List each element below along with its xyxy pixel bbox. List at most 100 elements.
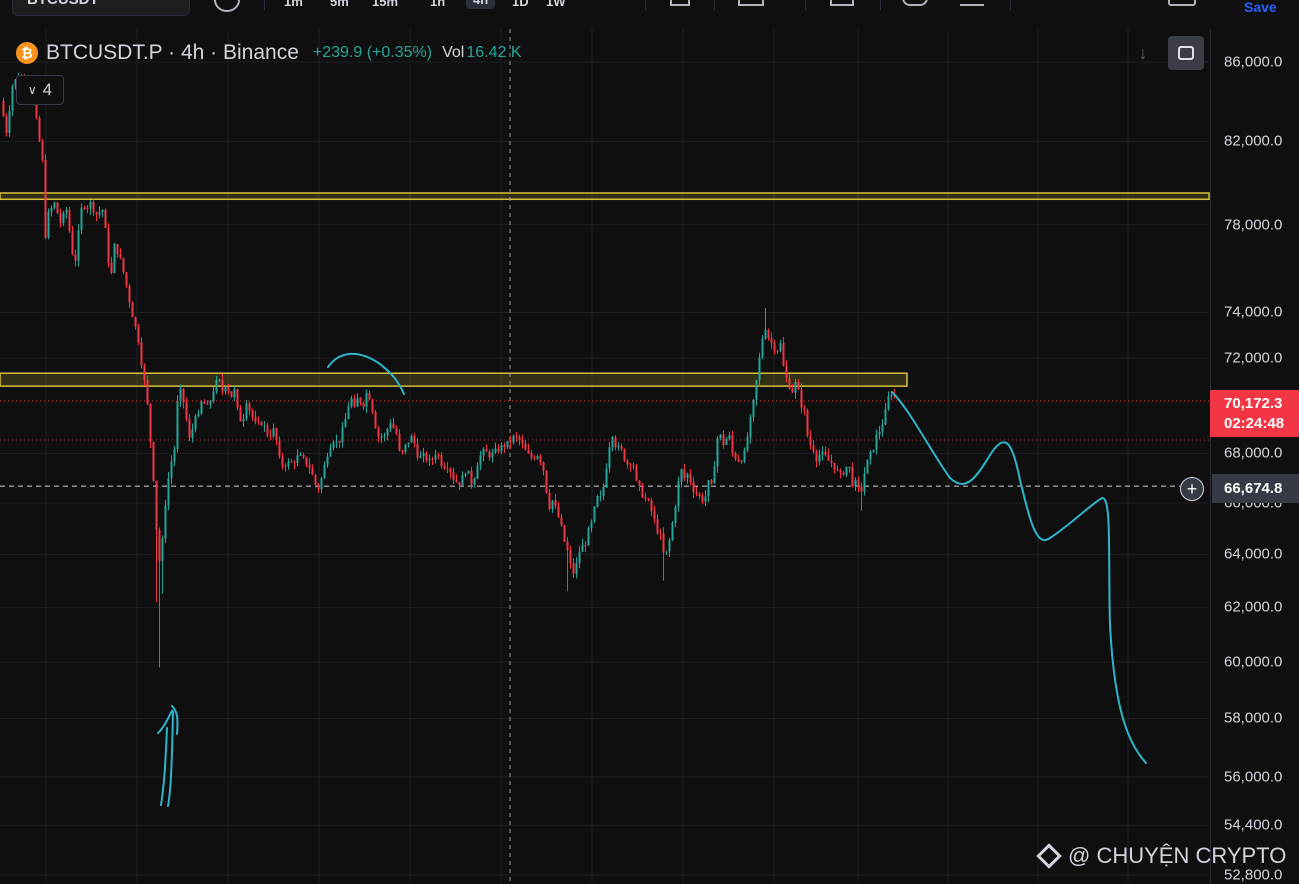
add-plus-icon[interactable]: + bbox=[1180, 477, 1204, 501]
candle-body bbox=[404, 444, 407, 452]
candle-body bbox=[659, 533, 662, 535]
candle-body bbox=[488, 451, 491, 458]
candle-body bbox=[494, 448, 497, 453]
candle-body bbox=[155, 480, 158, 530]
candle-body bbox=[722, 434, 725, 445]
price-lines bbox=[0, 29, 1209, 884]
candle-body bbox=[587, 527, 590, 546]
candle-body bbox=[59, 213, 62, 224]
candle-body bbox=[566, 541, 569, 551]
candle-body bbox=[212, 391, 215, 402]
candle-body bbox=[524, 443, 527, 451]
volume-value: 16.42 K bbox=[466, 44, 522, 61]
candle-body bbox=[857, 479, 860, 487]
candle-body bbox=[2, 101, 5, 117]
candle-body bbox=[227, 386, 230, 392]
candle-body bbox=[845, 466, 848, 475]
candle-body bbox=[419, 456, 422, 458]
candle-body bbox=[161, 538, 164, 562]
reset-chart-button[interactable] bbox=[1168, 36, 1204, 70]
candle-body bbox=[458, 482, 461, 486]
candle-body bbox=[167, 478, 170, 506]
candle-body bbox=[353, 398, 356, 407]
candle-body bbox=[266, 425, 269, 436]
candle-body bbox=[467, 470, 470, 474]
candle-body bbox=[371, 399, 374, 413]
candle-body bbox=[638, 480, 641, 486]
candle-body bbox=[308, 464, 311, 468]
candle-body bbox=[713, 466, 716, 484]
candle-body bbox=[11, 86, 14, 111]
candle-body bbox=[605, 468, 608, 487]
candle-body bbox=[386, 429, 389, 436]
candle-body bbox=[329, 447, 332, 457]
axis-tick-label: 72,000.0 bbox=[1224, 349, 1283, 367]
candle-body bbox=[125, 272, 128, 286]
candle-body bbox=[68, 209, 71, 231]
candle-body bbox=[671, 522, 674, 541]
candle-body bbox=[95, 212, 98, 215]
candle-body bbox=[140, 342, 143, 366]
candle-body bbox=[791, 388, 794, 393]
candle-body bbox=[575, 563, 578, 574]
candle-body bbox=[116, 244, 119, 254]
chart-legend[interactable]: ₿ BTCUSDT.P · 4h · Binance +239.9 (+0.35… bbox=[16, 40, 521, 66]
candle-body bbox=[668, 540, 671, 552]
candle-body bbox=[551, 500, 554, 509]
candle-body bbox=[443, 465, 446, 469]
candle-body bbox=[323, 464, 326, 479]
candle-body bbox=[179, 388, 182, 402]
candle-body bbox=[74, 254, 77, 261]
candle-body bbox=[692, 481, 695, 492]
candle-body bbox=[593, 506, 596, 522]
candle-body bbox=[686, 473, 689, 479]
candle-body bbox=[809, 435, 812, 446]
candle-body bbox=[302, 455, 305, 458]
candle-body bbox=[602, 486, 605, 496]
candle-body bbox=[62, 213, 65, 224]
candle-body bbox=[152, 442, 155, 481]
candle-body bbox=[641, 485, 644, 498]
candle-body bbox=[707, 480, 710, 497]
candle-body bbox=[689, 473, 692, 482]
symbol-title[interactable]: BTCUSDT.P · 4h · Binance bbox=[46, 41, 299, 65]
candle-body bbox=[107, 227, 110, 263]
download-icon[interactable]: ↓ bbox=[1130, 40, 1156, 66]
candle-body bbox=[839, 470, 842, 473]
candle-body bbox=[752, 399, 755, 418]
candle-body bbox=[725, 438, 728, 445]
candle-body bbox=[401, 450, 404, 452]
candle-body bbox=[326, 456, 329, 465]
candle-body bbox=[884, 409, 887, 425]
candle-body bbox=[440, 455, 443, 466]
candle-body bbox=[257, 421, 260, 423]
candle-body bbox=[251, 410, 254, 418]
candle-body bbox=[476, 465, 479, 479]
candle-body bbox=[833, 462, 836, 470]
crosshair-price-label: 66,674.8 bbox=[1212, 474, 1299, 503]
candle-body bbox=[827, 455, 830, 461]
candle-body bbox=[203, 401, 206, 404]
indicators-collapse-button[interactable]: ∨ 4 bbox=[16, 75, 64, 105]
candle-body bbox=[695, 491, 698, 494]
candle-body bbox=[803, 407, 806, 411]
candle-body bbox=[134, 317, 137, 327]
candle-body bbox=[818, 454, 821, 462]
candle-body bbox=[437, 455, 440, 457]
candle-body bbox=[674, 506, 677, 523]
candle-body bbox=[392, 423, 395, 429]
candle-body bbox=[272, 428, 275, 437]
candle-body bbox=[506, 441, 509, 447]
reset-icon bbox=[1178, 46, 1194, 60]
candle-body bbox=[410, 436, 413, 443]
candle-body bbox=[422, 453, 425, 457]
candle-body bbox=[350, 398, 353, 407]
axis-tick-label: 68,000.0 bbox=[1224, 444, 1283, 462]
candle-body bbox=[374, 412, 377, 429]
candle-body bbox=[890, 394, 893, 397]
candle-body bbox=[536, 455, 539, 459]
watermark-text: @ CHUYỆN CRYPTO bbox=[1068, 843, 1287, 868]
candle-body bbox=[665, 551, 668, 553]
candle-body bbox=[527, 450, 530, 454]
candle-body bbox=[296, 455, 299, 464]
